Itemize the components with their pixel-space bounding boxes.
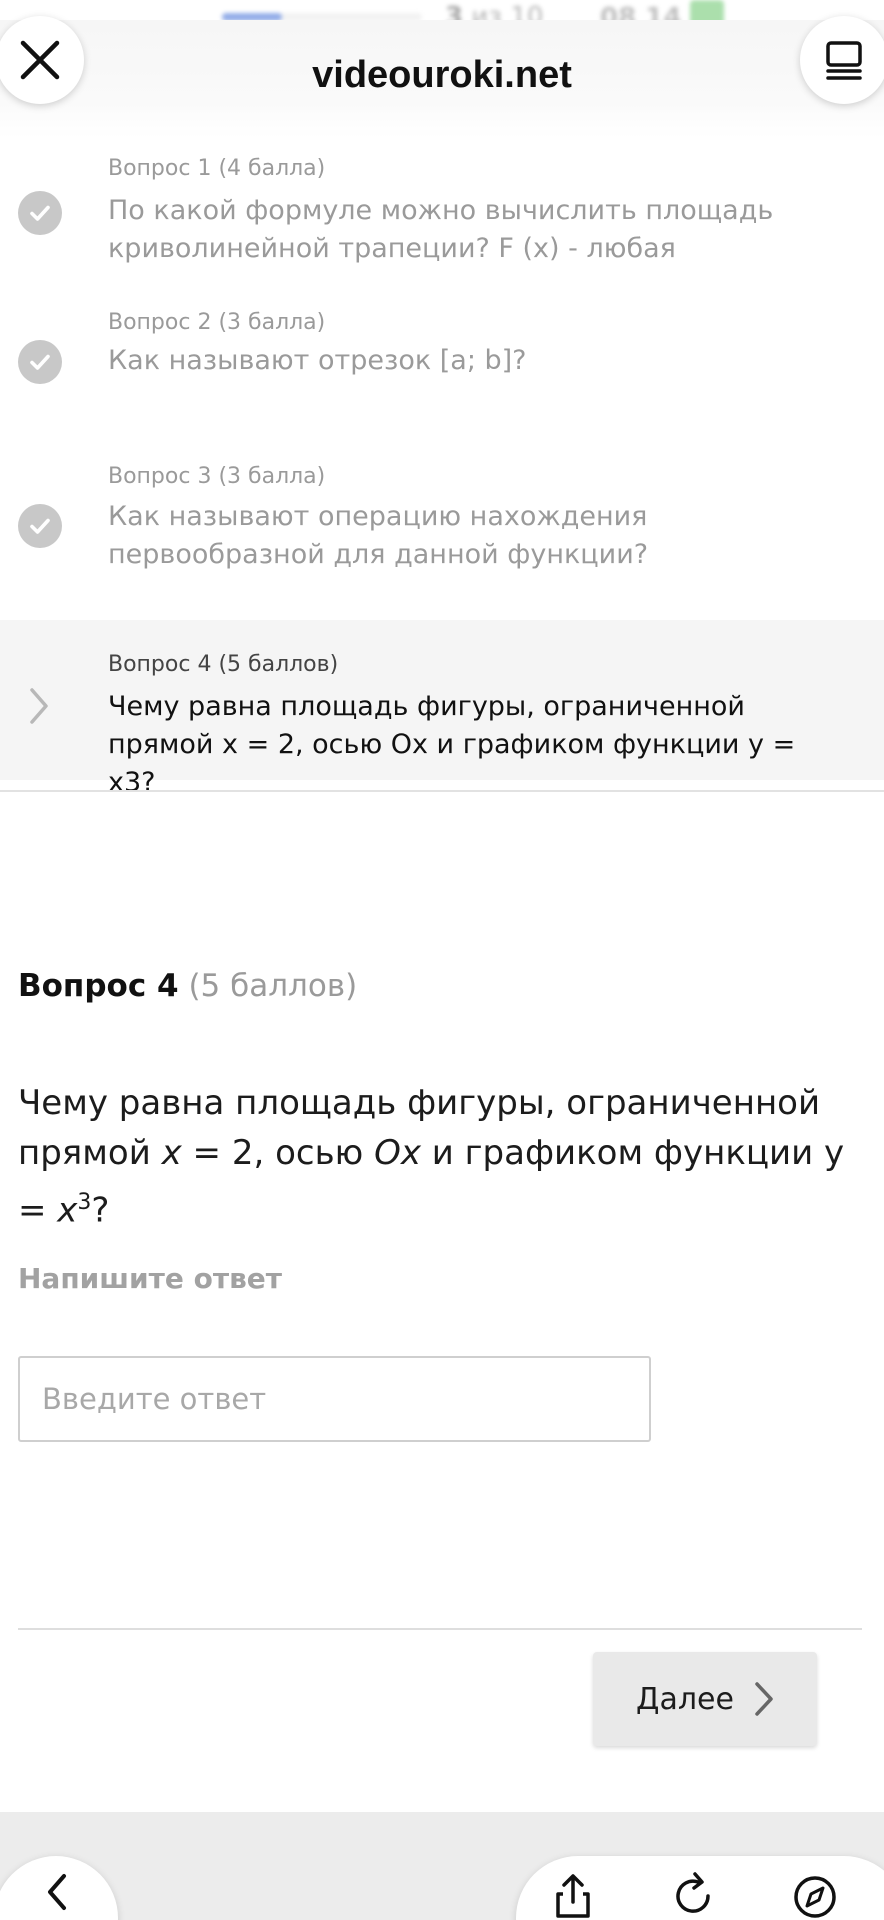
divider <box>0 790 884 792</box>
quiz-page: 3 из 10 08 14 videouroki.net Вопрос 1 (4… <box>0 0 884 1920</box>
question-summary: Как называют отрезок [a; b]? <box>108 345 527 376</box>
question-list: Вопрос 1 (4 балла) По какой формуле можн… <box>0 130 884 798</box>
question-list-item-2[interactable]: Вопрос 2 (3 балла) Как называют отрезок … <box>0 290 884 456</box>
answer-label: Напишите ответ <box>18 1262 283 1295</box>
site-title: videouroki.net <box>312 54 572 96</box>
close-button[interactable] <box>0 16 84 104</box>
reload-icon[interactable] <box>668 1870 718 1920</box>
question-meta: Вопрос 1 (4 балла) <box>108 156 326 181</box>
next-button-label: Далее <box>636 1681 734 1717</box>
chevron-right-icon <box>755 1682 773 1716</box>
answer-input[interactable] <box>18 1356 651 1442</box>
question-number: Вопрос 4 <box>18 968 179 1004</box>
question-meta: Вопрос 4 (5 баллов) <box>108 652 339 677</box>
back-icon <box>48 1874 66 1910</box>
compass-icon[interactable] <box>790 1870 840 1920</box>
divider <box>18 1628 862 1630</box>
question-list-item-1[interactable]: Вопрос 1 (4 балла) По какой формуле можн… <box>0 130 884 290</box>
question-points: (5 баллов) <box>188 968 358 1004</box>
question-text: Чему равна площадь фигуры, ограниченной … <box>18 1083 845 1231</box>
question-heading: Вопрос 4 (5 баллов) <box>18 968 357 1004</box>
browser-header: videouroki.net <box>0 20 884 138</box>
question-meta: Вопрос 2 (3 балла) <box>108 310 326 335</box>
check-icon <box>18 340 62 384</box>
reader-mode-button[interactable] <box>800 16 884 104</box>
reader-mode-icon <box>826 41 862 80</box>
question-meta: Вопрос 3 (3 балла) <box>108 464 326 489</box>
question-summary: По какой формуле можно вычислить площадь… <box>108 195 774 264</box>
check-icon <box>18 504 62 548</box>
chevron-right-icon <box>28 686 50 730</box>
question-list-item-3[interactable]: Вопрос 3 (3 балла) Как называют операцию… <box>0 456 884 620</box>
share-icon[interactable] <box>548 1870 598 1920</box>
question-summary: Чему равна площадь фигуры, ограниченной … <box>108 691 796 798</box>
question-summary: Как называют операцию нахождения первооб… <box>108 501 649 570</box>
question-list-item-4[interactable]: Вопрос 4 (5 баллов) Чему равна площадь ф… <box>0 620 884 798</box>
close-icon <box>20 40 60 80</box>
check-icon <box>18 191 62 235</box>
next-button[interactable]: Далее <box>593 1652 817 1746</box>
